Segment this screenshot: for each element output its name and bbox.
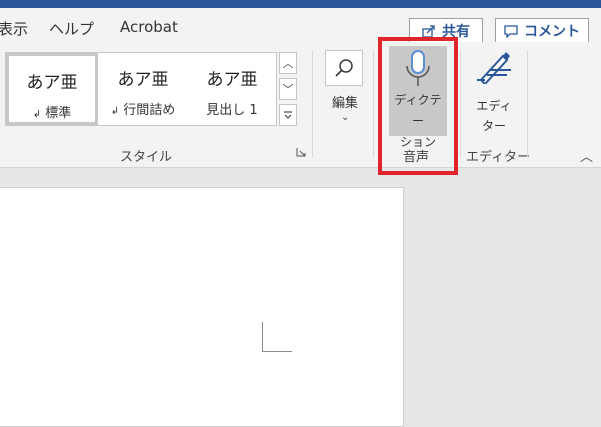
styles-more-button[interactable] [279,104,297,126]
editor-label-line2: ター [481,119,506,133]
group-separator [527,50,528,158]
style-preview: あア亜 [206,70,258,90]
editor-label-line1: エディ [476,99,512,113]
styles-scroll-up-button[interactable]: ︿ [279,52,297,74]
tab-acrobat[interactable]: Acrobat [120,18,178,36]
dialog-launcher-icon[interactable] [296,147,306,157]
style-preview: あア亜 [117,70,169,90]
dictate-highlight-box [378,37,458,175]
share-icon [422,25,435,38]
ribbon-panel: あア亜 ↲ 標準 あア亜 ↲ 行間詰め あア亜 見出し 1 ︿ ﹀ スタイル 編… [0,42,601,168]
editor-pen-icon [477,52,511,86]
tab-help[interactable]: ヘルプ [49,18,94,39]
collapse-ribbon-icon[interactable]: ︿ [580,146,593,165]
style-normal[interactable]: あア亜 ↲ 標準 [6,53,98,125]
tab-view[interactable]: 表示 [0,18,28,39]
style-name: 行間詰め [123,103,176,118]
ribbon-tab-row: 表示 ヘルプ Acrobat 共有 コメント [0,8,601,44]
group-separator [373,50,374,158]
style-preview: あア亜 [26,73,78,93]
comment-button[interactable]: コメント [495,18,589,44]
chevron-down-icon: ﹀ [282,83,294,96]
edit-group-label[interactable]: 編集 [332,92,358,111]
comment-icon [504,24,518,38]
group-separator [460,50,461,158]
document-page[interactable] [0,187,404,427]
style-name: 標準 [45,106,72,121]
group-separator [312,50,313,158]
styles-group-label: スタイル [120,150,173,165]
find-button[interactable] [325,50,363,86]
search-icon [335,59,353,77]
comment-label: コメント [524,24,580,40]
editor-button[interactable]: エディ ター [468,50,520,138]
editor-group-label: エディター [466,150,531,165]
style-heading-1[interactable]: あア亜 見出し 1 [188,53,276,125]
page-margin-marker [262,322,292,352]
title-bar-strip [0,0,601,8]
style-no-spacing[interactable]: あア亜 ↲ 行間詰め [98,53,188,125]
chevron-down-icon[interactable]: ⌄ [341,112,349,123]
chevron-up-icon: ︿ [282,57,294,70]
style-name: 見出し 1 [206,103,258,118]
styles-gallery: あア亜 ↲ 標準 あア亜 ↲ 行間詰め あア亜 見出し 1 [5,52,277,126]
more-styles-icon [284,111,292,119]
styles-scroll-down-button[interactable]: ﹀ [279,78,297,100]
